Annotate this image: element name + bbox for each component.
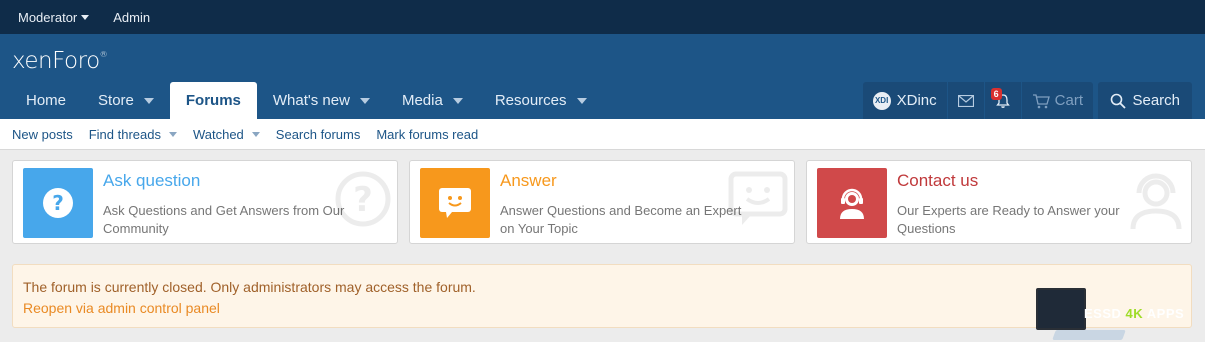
cart-button[interactable]: Cart [1022,82,1093,119]
subnav-new-posts[interactable]: New posts [4,127,81,142]
card-icon-box [817,168,887,238]
subnav-search-forums[interactable]: Search forums [268,127,369,142]
monitor-icon [1036,288,1086,330]
staff-bar: Moderator Admin [0,0,1205,34]
subnav-find-threads[interactable]: Find threads [81,127,185,142]
feature-cards: ? Ask question Ask Questions and Get Ans… [12,160,1192,244]
watermark-text: ESSD 4K APPS [1084,306,1185,321]
chevron-down-icon[interactable] [251,131,260,137]
card-title: Contact us [897,171,979,190]
admin-link[interactable]: Admin [105,10,158,25]
tab-whats-new[interactable]: What's new [257,82,386,119]
search-button[interactable]: Search [1098,82,1192,119]
moderator-label: Moderator [18,9,78,25]
admin-label: Admin [113,9,151,25]
account-menu[interactable]: XDI XDinc [863,82,948,119]
chevron-down-icon[interactable] [168,131,177,137]
card-description: Answer Questions and Become an Expert on… [500,203,742,236]
main-nav: Home Store Forums What's new Media Resou… [10,82,603,119]
chevron-down-icon[interactable] [452,97,463,104]
tab-forums[interactable]: Forums [169,82,257,119]
alerts-button[interactable]: 6 [985,82,1022,119]
monitor-stand [1052,330,1126,340]
inbox-button[interactable] [948,82,985,119]
svg-text:?: ? [52,191,64,215]
question-watermark-icon: ? [335,171,391,227]
envelope-icon [957,94,974,107]
card-description: Ask Questions and Get Answers from Our C… [103,203,345,236]
forum-closed-notice: The forum is currently closed. Only admi… [12,264,1192,328]
alerts-count-badge: 6 [990,88,1002,100]
cart-label: Cart [1054,92,1083,109]
account-bar: XDI XDinc 6 Cart [862,82,1093,119]
notice-text: The forum is currently closed. Only admi… [23,279,476,295]
tab-home[interactable]: Home [10,82,82,119]
site-watermark: ESSD 4K APPS [1032,284,1205,342]
support-agent-icon [840,188,864,219]
xenforo-logo[interactable]: xenForo® [12,48,108,74]
header: xenForo® Home Store Forums What's new Me… [0,34,1205,119]
search-icon [1111,93,1127,109]
card-answer[interactable]: Answer Answer Questions and Become an Ex… [409,160,795,244]
chevron-down-icon[interactable] [359,97,370,104]
subnav-mark-forums-read[interactable]: Mark forums read [368,127,486,142]
card-ask-question[interactable]: ? Ask question Ask Questions and Get Ans… [12,160,398,244]
speech-bubble-watermark-icon [728,171,788,225]
card-icon-box: ? [23,168,93,238]
sub-nav: New posts Find threads Watched Search fo… [0,119,1205,150]
caret-down-icon [81,14,90,20]
svg-text:?: ? [353,180,373,220]
chevron-down-icon[interactable] [576,97,587,104]
avatar: XDI [872,91,891,110]
card-title: Ask question [103,171,201,190]
tab-resources[interactable]: Resources [479,82,603,119]
card-description: Our Experts are Ready to Answer your Que… [897,203,1120,236]
cart-icon [1032,93,1050,108]
subnav-watched[interactable]: Watched [185,127,268,142]
search-label: Search [1132,92,1180,109]
username: XDinc [896,92,937,109]
question-icon: ? [43,188,73,218]
reopen-link[interactable]: Reopen via admin control panel [23,298,1181,319]
tab-media[interactable]: Media [386,82,479,119]
card-contact-us[interactable]: Contact us Our Experts are Ready to Answ… [806,160,1192,244]
chevron-down-icon[interactable] [143,97,154,104]
moderator-menu[interactable]: Moderator [10,10,97,25]
card-title: Answer [500,171,557,190]
tab-store[interactable]: Store [82,82,170,119]
speech-bubble-icon [439,188,471,218]
card-icon-box [420,168,490,238]
support-agent-watermark-icon [1130,173,1182,230]
